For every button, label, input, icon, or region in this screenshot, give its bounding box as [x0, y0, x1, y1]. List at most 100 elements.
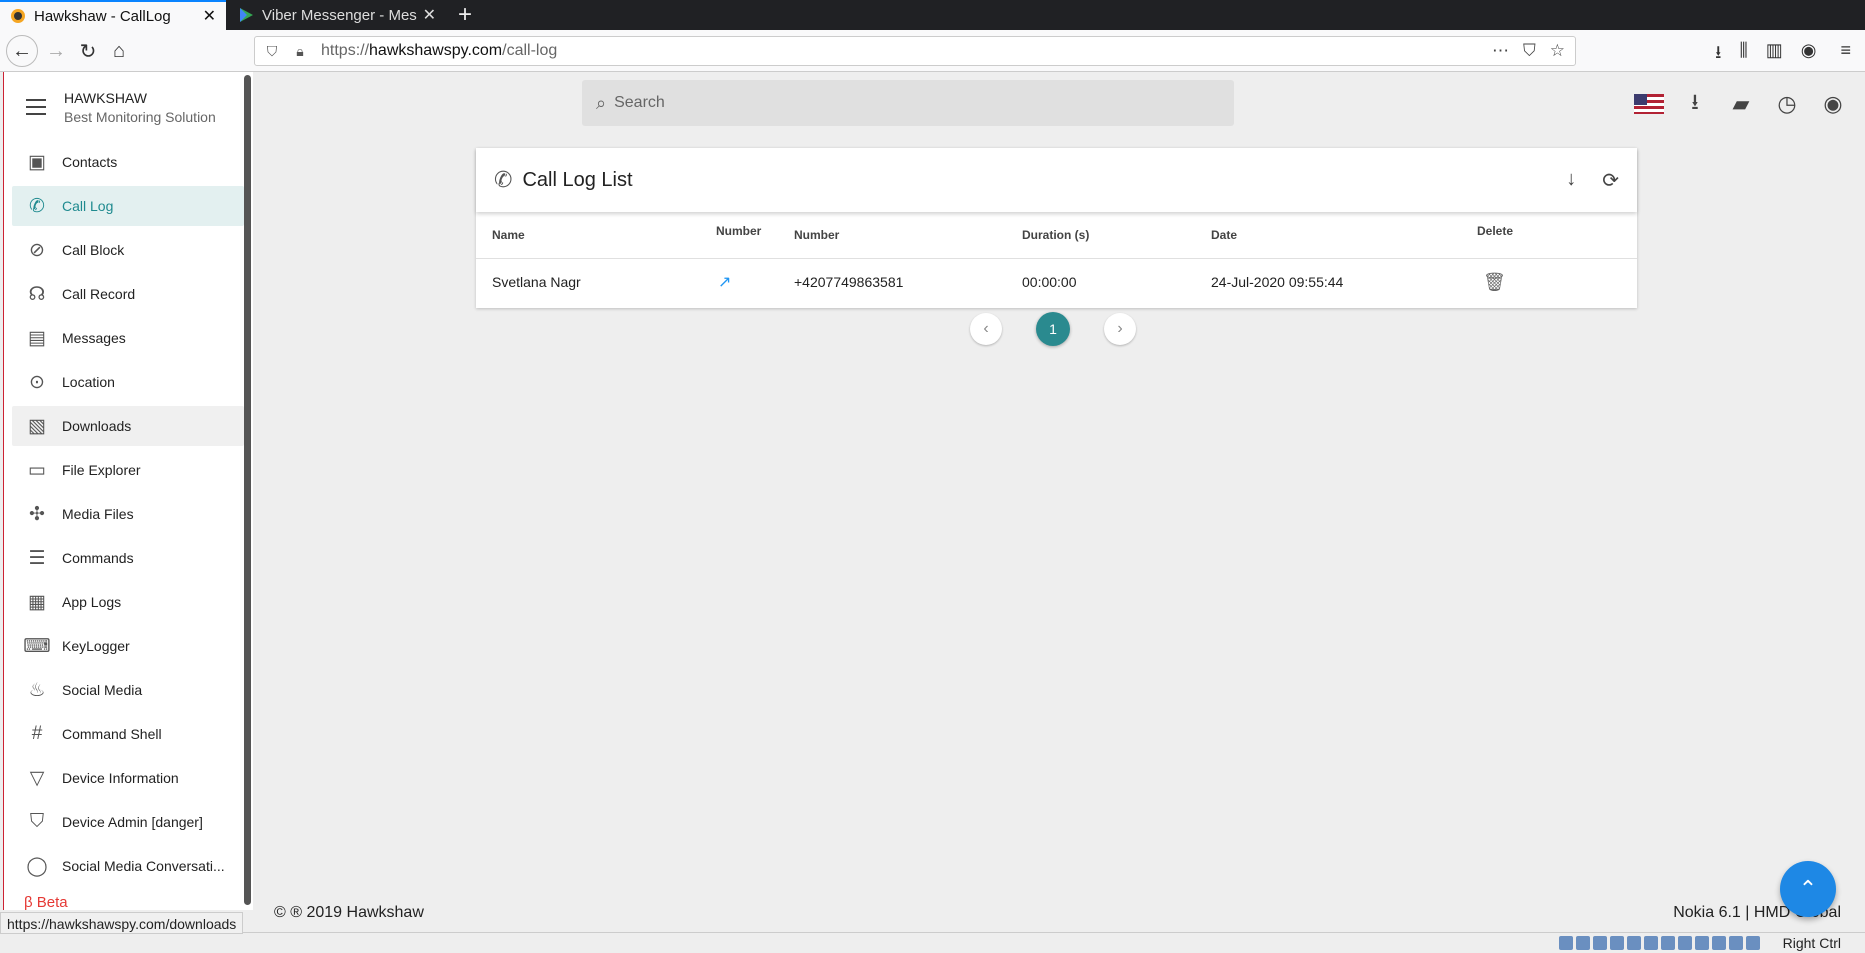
sidebar-item-social-media-conversati[interactable]: ◯ Social Media Conversati... — [12, 846, 244, 886]
next-page-button[interactable]: › — [1104, 313, 1136, 345]
sidebar-item-label: Device Information — [62, 770, 179, 786]
sidebar-item-label: Call Log — [62, 198, 114, 214]
sidebar-item-call-block[interactable]: ⊘ Call Block — [12, 230, 244, 270]
delete-icon[interactable]: 🗑︎ — [1483, 272, 1506, 292]
cell-date: 24-Jul-2020 09:55:44 — [1211, 274, 1344, 291]
sidebar-item-command-shell[interactable]: # Command Shell — [12, 714, 244, 754]
play-store-favicon — [238, 7, 254, 23]
sidebar-item-downloads[interactable]: ▧ Downloads — [12, 406, 244, 446]
sidebar-item-call-log[interactable]: ✆ Call Log — [12, 186, 244, 226]
copyright-text: © ® 2019 Hawkshaw — [274, 904, 424, 921]
phone-icon: ✆ — [494, 167, 513, 192]
pinwheel-icon: ✣ — [29, 503, 45, 525]
host-key-label: Right Ctrl — [1782, 935, 1841, 951]
downloads-icon[interactable]: ⭳ — [1715, 40, 1721, 70]
sidebar-item-location[interactable]: ⊙ Location — [12, 362, 244, 402]
library-icon[interactable]: ⫼ — [1739, 40, 1747, 70]
scroll-top-button[interactable]: ⌃ — [1780, 861, 1836, 917]
record-voice-icon: ☊ — [28, 283, 46, 305]
message-icon: ▤ — [28, 327, 46, 349]
url-bar[interactable]: ⛉ 🔒︎ https://hawkshawspy.com/call-log ⋯ … — [254, 36, 1576, 66]
brand-subtitle: Best Monitoring Solution — [64, 109, 216, 125]
column-header-number[interactable]: Number — [794, 212, 1022, 259]
vm-device-icons[interactable] — [1559, 936, 1760, 950]
bookmark-star-icon[interactable]: ☆ — [1550, 41, 1565, 61]
sidebar-item-keylogger[interactable]: ⌨ KeyLogger — [12, 626, 244, 666]
column-header-duration[interactable]: Duration (s) — [1022, 212, 1211, 259]
close-tab-icon[interactable]: ✕ — [203, 6, 216, 26]
sidebar-item-label: Contacts — [62, 154, 118, 170]
sidebar: HAWKSHAW Best Monitoring Solution ▣ Conta… — [3, 72, 253, 911]
pocket-icon[interactable]: ⛉ — [1523, 41, 1536, 61]
outgoing-call-icon: ↗ — [718, 274, 732, 292]
call-log-table: Name Number Number Duration (s) Date Del… — [476, 212, 1637, 306]
tab-title: Hawkshaw - CallLog — [34, 7, 171, 25]
browser-tab-bar: Hawkshaw - CallLog ✕ Viber Messenger - M… — [0, 0, 1865, 30]
app-menu-icon[interactable]: ≡ — [1840, 40, 1851, 70]
sidebar-toggle-icon[interactable]: ▥ — [1766, 40, 1783, 70]
sidebar-item-social-media[interactable]: ♨ Social Media — [12, 670, 244, 710]
new-tab-button[interactable]: + — [458, 2, 472, 28]
tracking-shield-icon[interactable]: ⛉ — [261, 43, 283, 60]
beta-label: β Beta — [24, 894, 68, 911]
call-log-card: ✆ Call Log List ↓ ⟳ Name Number Number D… — [476, 148, 1637, 308]
download-arrow-icon[interactable]: ↓ — [1566, 168, 1576, 193]
download-icon[interactable]: ⭳ — [1672, 89, 1718, 118]
tab-title: Viber Messenger - Messa — [262, 6, 417, 24]
block-icon: ⊘ — [29, 239, 45, 261]
triangle-icon: ▽ — [29, 767, 45, 789]
column-header-direction[interactable]: Number — [716, 212, 794, 259]
hawkshaw-favicon — [10, 8, 26, 24]
table-row[interactable]: Svetlana Nagr ↗ +4207749863581 00:00:00 … — [476, 258, 1637, 306]
header-icons: ⭳ ▰ ◷ ◉ — [1626, 89, 1856, 118]
sidebar-item-file-explorer[interactable]: ▭ File Explorer — [12, 450, 244, 490]
account-icon[interactable]: ◉ — [1801, 40, 1817, 70]
lock-icon[interactable]: 🔒︎ — [289, 43, 311, 60]
contacts-icon: ▣ — [28, 151, 46, 173]
back-button[interactable]: ← — [6, 35, 38, 67]
tab-hawkshaw-calllog[interactable]: Hawkshaw - CallLog ✕ — [0, 0, 226, 30]
sidebar-item-commands[interactable]: ☰ Commands — [12, 538, 244, 578]
us-flag-icon[interactable] — [1626, 90, 1672, 118]
search-input[interactable]: ⌕ Search — [582, 80, 1234, 126]
close-tab-icon[interactable]: ✕ — [423, 5, 436, 25]
phone-icon: ✆ — [29, 195, 45, 217]
sidebar-item-label: Command Shell — [62, 726, 162, 742]
account-circle-icon[interactable]: ◉ — [1810, 90, 1856, 118]
folder-icon: ▭ — [28, 459, 46, 481]
forward-button[interactable]: → — [40, 35, 72, 67]
table-header-row: Name Number Number Duration (s) Date Del… — [476, 212, 1637, 259]
reload-button[interactable]: ↻ — [72, 35, 104, 67]
sidebar-item-device-information[interactable]: ▽ Device Information — [12, 758, 244, 798]
whatsapp-icon: ◯ — [26, 855, 48, 877]
sidebar-item-messages[interactable]: ▤ Messages — [12, 318, 244, 358]
sidebar-item-label: Social Media — [62, 682, 143, 698]
home-button[interactable]: ⌂ — [103, 35, 135, 67]
prev-page-button[interactable]: ‹ — [970, 313, 1002, 345]
column-header-delete: Delete — [1477, 212, 1637, 259]
sidebar-scrollbar[interactable] — [244, 75, 251, 905]
hamburger-menu-icon[interactable] — [26, 99, 46, 120]
photo-library-icon: ▧ — [28, 415, 46, 437]
sidebar-item-media-files[interactable]: ✣ Media Files — [12, 494, 244, 534]
refresh-icon[interactable]: ⟳ — [1602, 168, 1619, 193]
column-header-name[interactable]: Name — [476, 212, 716, 259]
sidebar-item-device-admin-danger[interactable]: ⛉ Device Admin [danger] — [12, 802, 244, 842]
tab-viber[interactable]: Viber Messenger - Messa ✕ — [228, 0, 446, 30]
sidebar-item-contacts[interactable]: ▣ Contacts — [12, 142, 244, 182]
cell-name: Svetlana Nagr — [492, 274, 581, 291]
column-header-date[interactable]: Date — [1211, 212, 1477, 259]
browser-nav-bar: ← → ↻ ⌂ ⛉ 🔒︎ https://hawkshawspy.com/cal… — [0, 30, 1865, 72]
chevron-up-icon: ⌃ — [1798, 876, 1818, 901]
page-number-button[interactable]: 1 — [1036, 312, 1070, 346]
chat-icon[interactable]: ▰ — [1718, 90, 1764, 118]
sidebar-item-app-logs[interactable]: ▦ App Logs — [12, 582, 244, 622]
location-icon: ⊙ — [29, 371, 45, 393]
sidebar-item-call-record[interactable]: ☊ Call Record — [12, 274, 244, 314]
sidebar-item-label: Media Files — [62, 506, 134, 522]
clock-icon[interactable]: ◷ — [1764, 90, 1810, 118]
sidebar-item-label: Social Media Conversati... — [62, 858, 225, 874]
shield-icon: ⛉ — [29, 811, 45, 832]
page-actions-icon[interactable]: ⋯ — [1492, 41, 1509, 61]
url-text: https://hawkshawspy.com/call-log — [321, 42, 558, 59]
